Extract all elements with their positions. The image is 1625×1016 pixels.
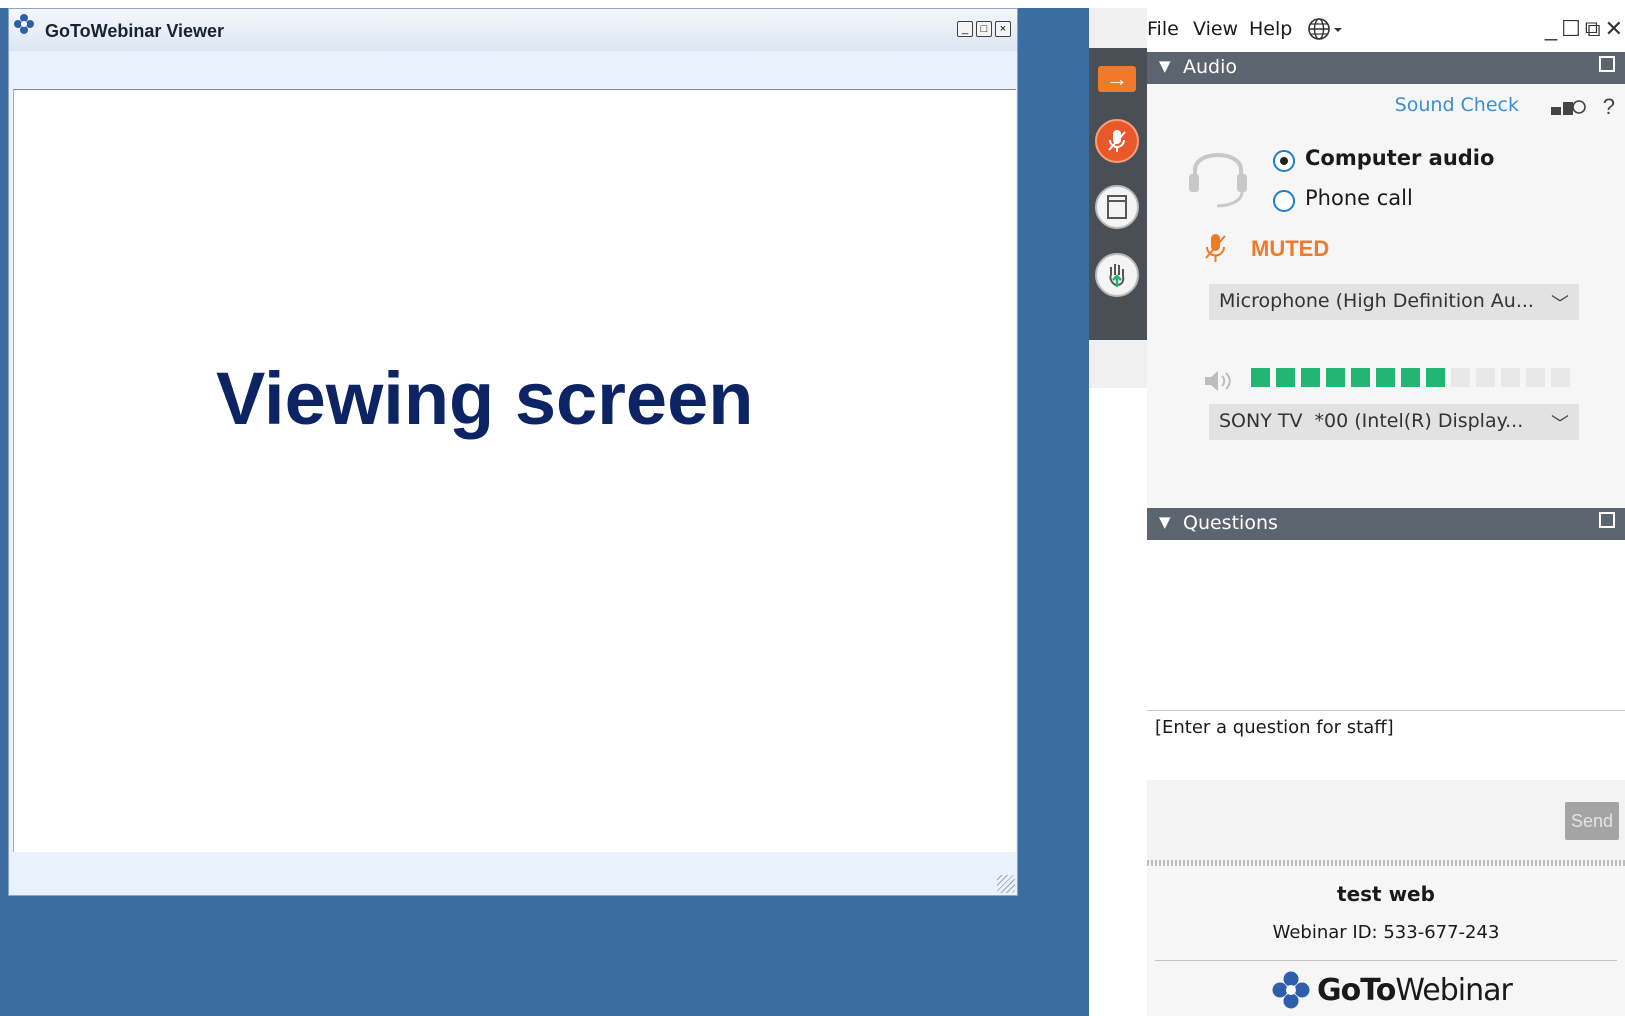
- question-input[interactable]: [Enter a question for staff]: [1147, 710, 1625, 782]
- show-hide-panel-button[interactable]: →: [1094, 48, 1140, 110]
- level-segment: [1551, 368, 1570, 387]
- speaker-icon: [1205, 371, 1231, 391]
- level-segment: [1376, 368, 1395, 387]
- speaker-select[interactable]: SONY TV *00 (Intel(R) Display... ﹀: [1209, 404, 1579, 440]
- level-segment: [1251, 368, 1270, 387]
- level-segment: [1426, 368, 1445, 387]
- screen-viewer-button[interactable]: [1094, 176, 1140, 238]
- headset-icon: [1189, 153, 1247, 208]
- resize-grip[interactable]: [997, 875, 1015, 893]
- viewer-title-bar[interactable]: GoToWebinar Viewer _ □ ×: [9, 9, 1017, 51]
- send-button[interactable]: Send: [1565, 802, 1619, 840]
- level-segment: [1476, 368, 1495, 387]
- speaker-select-value: SONY TV *00 (Intel(R) Display...: [1219, 410, 1524, 432]
- footer-divider: [1155, 960, 1617, 961]
- microphone-muted-icon: [1095, 119, 1139, 163]
- shared-screen-canvas: Viewing screen: [13, 89, 1016, 852]
- webinar-title: test web: [1337, 882, 1435, 906]
- maximize-button[interactable]: □: [976, 21, 992, 37]
- webinar-info-footer: test web Webinar ID: 533-677-243 GoToWeb…: [1147, 866, 1625, 1016]
- send-area: Send: [1147, 780, 1625, 864]
- close-button[interactable]: ×: [995, 21, 1011, 37]
- audio-section-header[interactable]: ▼ Audio: [1147, 52, 1625, 84]
- viewer-window-controls: _ □ ×: [957, 21, 1011, 37]
- questions-log: [1147, 540, 1625, 710]
- menu-view[interactable]: View: [1193, 18, 1238, 40]
- gotowebinar-logo-icon: [14, 14, 34, 34]
- viewer-title: GoToWebinar Viewer: [45, 21, 225, 41]
- muted-status: MUTED: [1251, 236, 1330, 261]
- sound-check-link[interactable]: Sound Check: [1395, 94, 1519, 116]
- level-segment: [1276, 368, 1295, 387]
- level-segment: [1326, 368, 1345, 387]
- grab-tab-strip: →: [1089, 8, 1147, 388]
- microphone-muted-icon: [1205, 234, 1226, 262]
- gotowebinar-wordmark: GoToWebinar: [1317, 972, 1513, 1008]
- computer-audio-label[interactable]: Computer audio: [1305, 146, 1494, 170]
- collapse-triangle-icon: ▼: [1159, 513, 1171, 531]
- panel-close-button[interactable]: ✕: [1605, 16, 1623, 42]
- desktop-top-strip: [0, 0, 1089, 8]
- control-panel: → File View Help _ ☐ ⧉ ✕ ▼ Audio Sound C…: [1089, 8, 1625, 1016]
- panel-restore-button[interactable]: ⧉: [1585, 16, 1601, 42]
- audio-meter-icon[interactable]: [1551, 98, 1587, 116]
- menu-help[interactable]: Help: [1249, 18, 1292, 40]
- questions-section-header[interactable]: ▼ Questions: [1147, 508, 1625, 540]
- chevron-down-icon: ﹀: [1551, 294, 1569, 315]
- question-input-placeholder: [Enter a question for staff]: [1155, 717, 1394, 738]
- level-segment: [1301, 368, 1320, 387]
- menu-bar: File View Help _ ☐ ⧉ ✕: [1147, 8, 1625, 52]
- panel-maximize-button[interactable]: ☐: [1561, 16, 1581, 42]
- chevron-down-icon: ﹀: [1551, 414, 1569, 435]
- audio-section-title: Audio: [1183, 56, 1238, 78]
- raise-hand-icon: [1095, 253, 1139, 297]
- popout-icon[interactable]: [1599, 56, 1615, 72]
- level-segment: [1451, 368, 1470, 387]
- menu-file[interactable]: File: [1147, 18, 1179, 40]
- globe-icon: [1308, 18, 1342, 40]
- microphone-select[interactable]: Microphone (High Definition Au... ﹀: [1209, 284, 1579, 320]
- level-segment: [1526, 368, 1545, 387]
- minimize-button[interactable]: _: [957, 21, 973, 37]
- level-segment: [1401, 368, 1420, 387]
- level-segment: [1351, 368, 1370, 387]
- window-icon: [1095, 185, 1139, 229]
- microphone-select-value: Microphone (High Definition Au...: [1219, 290, 1534, 312]
- speaker-level-meter: [1251, 368, 1570, 387]
- grab-tab-toolbar: →: [1089, 48, 1147, 340]
- panel-minimize-button[interactable]: _: [1545, 16, 1557, 42]
- gotowebinar-logo-icon: [1272, 971, 1310, 1009]
- popout-icon[interactable]: [1599, 512, 1615, 528]
- raise-hand-button[interactable]: [1094, 244, 1140, 306]
- level-segment: [1501, 368, 1520, 387]
- questions-section-title: Questions: [1183, 512, 1278, 534]
- help-button[interactable]: ?: [1603, 94, 1615, 120]
- language-globe-button[interactable]: [1307, 16, 1345, 47]
- panel-window-controls: _ ☐ ⧉ ✕: [1545, 16, 1623, 42]
- arrow-right-icon: →: [1098, 66, 1136, 92]
- mute-toggle-button[interactable]: [1094, 110, 1140, 172]
- webinar-id: Webinar ID: 533-677-243: [1272, 922, 1500, 943]
- collapse-triangle-icon: ▼: [1159, 57, 1171, 75]
- phone-call-label[interactable]: Phone call: [1305, 186, 1413, 210]
- viewer-window: GoToWebinar Viewer _ □ × Viewing screen: [8, 8, 1018, 896]
- gotowebinar-brand: GoToWebinar: [1271, 970, 1513, 1010]
- audio-pane: Sound Check ? Computer audio Phone call …: [1147, 84, 1625, 514]
- viewing-screen-text: Viewing screen: [216, 357, 754, 440]
- computer-audio-radio[interactable]: [1273, 150, 1295, 172]
- phone-call-radio[interactable]: [1273, 190, 1295, 212]
